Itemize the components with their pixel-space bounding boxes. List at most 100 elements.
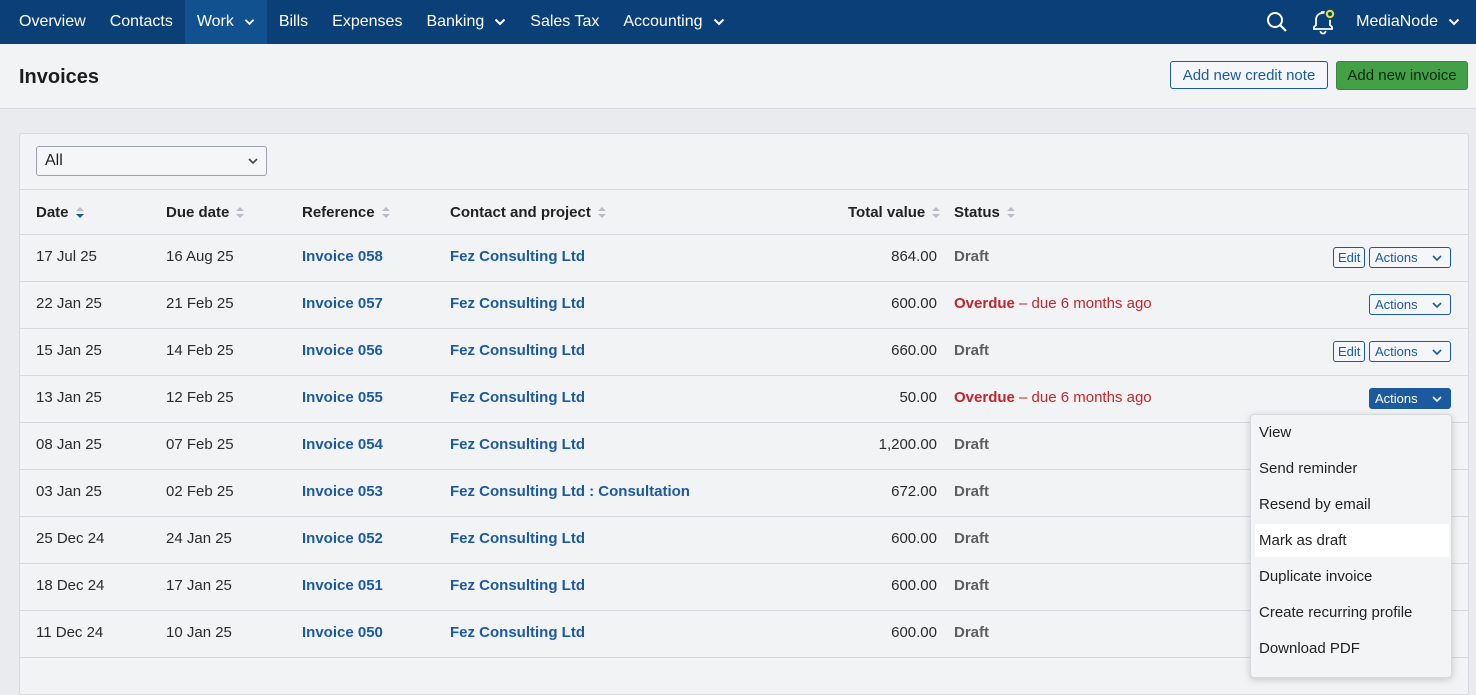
edit-button[interactable]: Edit — [1333, 341, 1366, 362]
add-credit-note-button[interactable]: Add new credit note — [1170, 61, 1328, 89]
contact-link[interactable]: Fez Consulting Ltd — [450, 295, 585, 312]
status-label: Draft — [954, 577, 990, 594]
add-invoice-button[interactable]: Add new invoice — [1336, 61, 1468, 90]
edit-button[interactable]: Edit — [1333, 247, 1366, 268]
menu-item-resend-by-email[interactable]: Resend by email — [1255, 488, 1449, 521]
contact-link[interactable]: Fez Consulting Ltd — [450, 624, 585, 641]
column-label: Due date — [166, 204, 230, 221]
column-header-total-value[interactable]: Total value — [848, 204, 941, 221]
column-header-contact[interactable]: Contact and project — [450, 204, 607, 221]
total-value-cell: 600.00 — [891, 295, 937, 312]
search-button[interactable] — [1254, 0, 1300, 44]
filter-value: All — [45, 152, 63, 169]
nav-item-sales-tax[interactable]: Sales Tax — [518, 0, 611, 44]
nav-label: Expenses — [332, 13, 403, 30]
status-label: Draft — [954, 624, 990, 641]
status-label: Draft — [954, 436, 990, 453]
nav-item-contacts[interactable]: Contacts — [98, 0, 185, 44]
column-header-date[interactable]: Date — [36, 204, 85, 221]
invoice-reference-link[interactable]: Invoice 051 — [302, 577, 383, 594]
search-icon — [1267, 12, 1287, 32]
contact-link[interactable]: Fez Consulting Ltd — [450, 530, 585, 547]
status-filter-select[interactable]: All — [36, 146, 267, 176]
column-header-reference[interactable]: Reference — [302, 204, 391, 221]
actions-label: Actions — [1375, 391, 1418, 406]
nav-label: Accounting — [623, 13, 703, 30]
column-label: Date — [36, 204, 69, 221]
menu-item-create-recurring-profile[interactable]: Create recurring profile — [1255, 596, 1449, 629]
nav-item-expenses[interactable]: Expenses — [320, 0, 414, 44]
status-cell: Overdue – due 6 months ago — [954, 389, 1152, 406]
contact-link[interactable]: Fez Consulting Ltd — [450, 342, 585, 359]
status-cell: Draft — [954, 624, 989, 641]
chevron-down-icon — [713, 18, 724, 26]
menu-item-mark-as-draft[interactable]: Mark as draft — [1255, 524, 1449, 557]
invoice-reference-link[interactable]: Invoice 056 — [302, 342, 383, 359]
chevron-down-icon — [1432, 255, 1442, 262]
actions-button[interactable]: Actions — [1369, 247, 1451, 268]
total-value-cell: 864.00 — [891, 248, 937, 265]
status-label: Draft — [954, 483, 990, 500]
menu-item-send-reminder[interactable]: Send reminder — [1255, 452, 1449, 485]
notifications-button[interactable] — [1300, 0, 1346, 44]
chevron-down-icon — [1432, 349, 1442, 356]
column-header-due-date[interactable]: Due date — [166, 204, 245, 221]
menu-item-duplicate-invoice[interactable]: Duplicate invoice — [1255, 560, 1449, 593]
contact-link[interactable]: Fez Consulting Ltd — [450, 389, 585, 406]
actions-label: Actions — [1375, 250, 1418, 265]
user-menu[interactable]: MediaNode — [1346, 13, 1476, 31]
actions-label: Actions — [1375, 297, 1418, 312]
due-date-cell: 14 Feb 25 — [166, 342, 234, 359]
actions-button[interactable]: Actions — [1369, 341, 1451, 362]
menu-item-view[interactable]: View — [1255, 416, 1449, 449]
status-cell: Draft — [954, 342, 989, 359]
column-label: Reference — [302, 204, 375, 221]
invoice-reference-link[interactable]: Invoice 057 — [302, 295, 383, 312]
nav-right-group: MediaNode — [1254, 0, 1476, 44]
chevron-down-icon — [1448, 18, 1460, 26]
table-row: 15 Jan 25 14 Feb 25 Invoice 056 Fez Cons… — [20, 328, 1468, 376]
status-note: – due 6 months ago — [1014, 295, 1152, 312]
status-note: – due 6 months ago — [1014, 389, 1152, 406]
nav-label: Work — [196, 13, 234, 30]
date-cell: 08 Jan 25 — [36, 436, 102, 453]
nav-item-banking[interactable]: Banking — [414, 0, 518, 44]
status-label: Draft — [954, 248, 990, 265]
chevron-down-icon — [244, 19, 255, 26]
invoice-reference-link[interactable]: Invoice 053 — [302, 483, 383, 500]
invoice-reference-link[interactable]: Invoice 055 — [302, 389, 383, 406]
invoice-reference-link[interactable]: Invoice 050 — [302, 624, 383, 641]
total-value-cell: 600.00 — [891, 577, 937, 594]
total-value-cell: 660.00 — [891, 342, 937, 359]
date-cell: 18 Dec 24 — [36, 577, 105, 594]
due-date-cell: 16 Aug 25 — [166, 248, 234, 265]
contact-link[interactable]: Fez Consulting Ltd — [450, 577, 585, 594]
nav-item-overview[interactable]: Overview — [0, 0, 98, 44]
menu-item-download-pdf[interactable]: Download PDF — [1255, 632, 1449, 665]
chevron-down-icon — [1432, 302, 1442, 309]
column-label: Status — [954, 204, 1000, 221]
status-label: Overdue — [954, 389, 1015, 406]
nav-item-accounting[interactable]: Accounting — [611, 0, 736, 44]
sort-icon — [1006, 207, 1015, 218]
contact-link[interactable]: Fez Consulting Ltd : Consultation — [450, 483, 690, 500]
invoice-reference-link[interactable]: Invoice 054 — [302, 436, 383, 453]
sort-icon — [381, 207, 390, 218]
nav-item-bills[interactable]: Bills — [267, 0, 320, 44]
nav-label: Contacts — [109, 13, 173, 30]
actions-button-open[interactable]: Actions — [1369, 388, 1451, 409]
status-label: Draft — [954, 342, 990, 359]
due-date-cell: 10 Jan 25 — [166, 624, 232, 641]
contact-link[interactable]: Fez Consulting Ltd — [450, 248, 585, 265]
column-label: Total value — [848, 204, 926, 221]
actions-button[interactable]: Actions — [1369, 294, 1451, 315]
column-header-status[interactable]: Status — [954, 204, 1016, 221]
nav-label: Overview — [19, 13, 86, 30]
nav-item-work[interactable]: Work — [184, 0, 267, 44]
total-value-cell: 600.00 — [891, 530, 937, 547]
invoice-reference-link[interactable]: Invoice 058 — [302, 248, 383, 265]
invoice-reference-link[interactable]: Invoice 052 — [302, 530, 383, 547]
due-date-cell: 17 Jan 25 — [166, 577, 232, 594]
contact-link[interactable]: Fez Consulting Ltd — [450, 436, 585, 453]
sort-descending-icon — [75, 207, 84, 218]
